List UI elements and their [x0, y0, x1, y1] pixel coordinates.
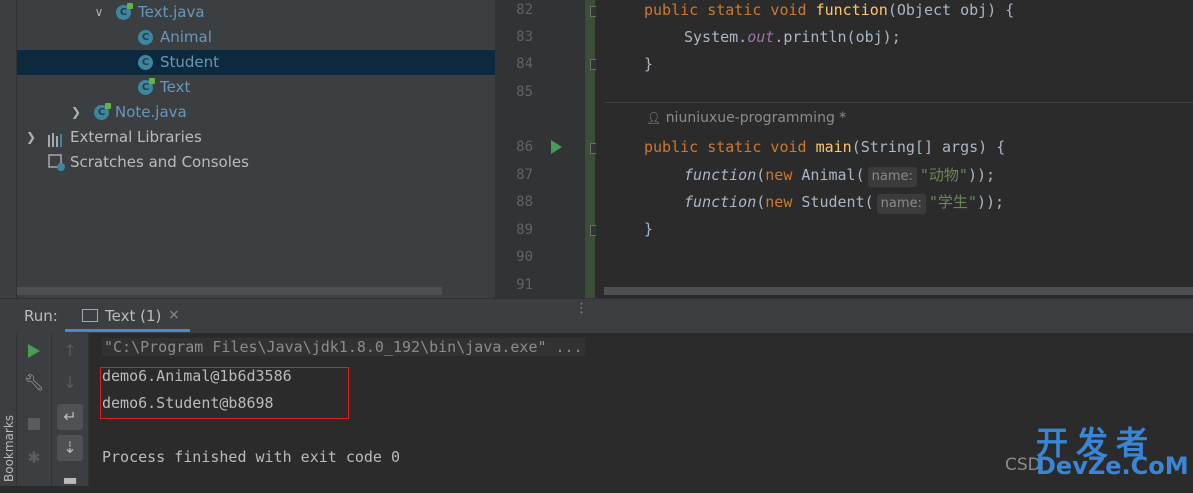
- line-number: 85: [516, 84, 533, 100]
- more-options-icon[interactable]: ⋮: [575, 302, 588, 315]
- code-line-82: public static void function(Object obj) …: [644, 1, 1015, 19]
- tree-item-label: Note.java: [115, 103, 187, 121]
- author-hint[interactable]: 👤︎ niuniuxue-programming *: [646, 110, 846, 126]
- class-icon: C: [138, 30, 153, 45]
- chevron-right-icon[interactable]: ❯: [69, 100, 83, 125]
- tree-item-label: Text: [160, 78, 191, 96]
- project-horizontal-scrollbar[interactable]: [17, 287, 442, 295]
- parameter-hint: name:: [867, 167, 917, 187]
- tree-item-label: Text.java: [138, 3, 205, 21]
- line-number: 90: [516, 249, 533, 265]
- run-toolbar-primary: 🔧︎ ✱: [17, 333, 52, 486]
- chevron-right-icon[interactable]: ❯: [24, 125, 38, 150]
- code-line-83: System.out.println(obj);: [684, 28, 901, 46]
- tree-item-label: Scratches and Consoles: [70, 153, 249, 171]
- line-number: 84: [516, 56, 533, 72]
- arrow-up-icon[interactable]: ↑: [57, 338, 83, 364]
- line-number: 83: [516, 29, 533, 45]
- tree-item-label: External Libraries: [70, 128, 202, 146]
- java-class-icon: C: [116, 3, 133, 20]
- method-separator: [604, 102, 1193, 103]
- code-line-88: function(new Student(name: "学生"));: [684, 191, 1004, 214]
- tree-item-external-libraries[interactable]: ❯ External Libraries: [17, 125, 495, 150]
- arrow-down-icon[interactable]: ↓: [57, 370, 83, 396]
- run-toolbar-secondary: ↑ ↓ ↵ ⇣ ▬: [52, 333, 89, 489]
- bookmarks-tab[interactable]: Bookmarks: [2, 412, 16, 482]
- code-line-84: }: [644, 55, 654, 73]
- tree-item-text-java[interactable]: ∨ C Text.java: [17, 0, 495, 25]
- console-exit-message: Process finished with exit code 0: [102, 448, 401, 466]
- line-number: 87: [516, 167, 533, 183]
- line-number: 82: [516, 2, 533, 18]
- tree-item-text[interactable]: C Text: [17, 75, 495, 100]
- parameter-hint: name:: [876, 194, 926, 214]
- line-number: 89: [516, 222, 533, 238]
- project-panel: ∨ C Text.java C Animal C Student C Text …: [17, 0, 495, 298]
- close-icon[interactable]: ×: [168, 307, 180, 323]
- scratch-icon: [48, 154, 66, 172]
- print-icon[interactable]: ▬: [57, 467, 83, 493]
- rerun-icon[interactable]: [21, 338, 47, 364]
- annotation-highlight-box: [100, 367, 349, 419]
- class-icon: C: [138, 55, 153, 70]
- tree-item-scratches[interactable]: Scratches and Consoles: [17, 150, 495, 175]
- line-number: 88: [516, 194, 533, 210]
- tree-item-animal[interactable]: C Animal: [17, 25, 495, 50]
- tree-item-note-java[interactable]: ❯ C Note.java: [17, 100, 495, 125]
- watermark-logo-en: DevZe.CoM: [1036, 452, 1189, 480]
- run-label: Run:: [24, 307, 58, 325]
- scroll-to-end-icon[interactable]: ⇣: [57, 435, 83, 461]
- stop-icon[interactable]: [21, 411, 47, 437]
- wrench-icon[interactable]: 🔧︎: [21, 370, 47, 396]
- java-class-icon: C: [94, 103, 111, 120]
- line-number: 86: [516, 139, 533, 155]
- run-gutter-icon[interactable]: [551, 140, 562, 154]
- tree-item-label: Animal: [160, 28, 212, 46]
- chevron-down-icon[interactable]: ∨: [92, 0, 106, 25]
- tree-item-label: Student: [160, 53, 220, 71]
- active-tab-indicator: [65, 329, 190, 332]
- library-icon: [48, 130, 64, 147]
- run-tab-label[interactable]: Text (1): [105, 307, 161, 325]
- editor-horizontal-scrollbar[interactable]: [604, 287, 1193, 295]
- console-icon: [82, 309, 98, 322]
- console-command: "C:\Program Files\Java\jdk1.8.0_192\bin\…: [102, 338, 585, 356]
- line-number: 91: [516, 277, 533, 293]
- code-line-89: }: [644, 220, 654, 238]
- soft-wrap-icon[interactable]: ↵: [57, 404, 83, 430]
- class-run-icon: C: [138, 78, 155, 95]
- tree-item-student[interactable]: C Student: [17, 50, 495, 75]
- debug-icon[interactable]: ✱: [21, 445, 47, 471]
- code-line-86: public static void main(String[] args) {: [644, 138, 1006, 156]
- code-line-87: function(new Animal(name: "动物"));: [684, 164, 995, 187]
